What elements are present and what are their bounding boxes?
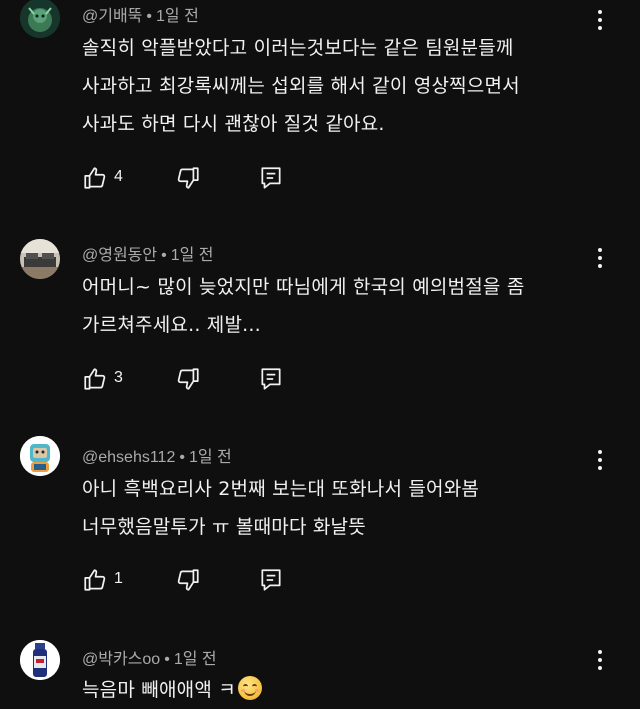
comment-text-line: 솔직히 악플받았다고 이러는것보다는 같은 팀원분들께 bbox=[82, 37, 514, 59]
comment-header: @기배뚝 • 1일 전 bbox=[82, 2, 199, 26]
like-count: 3 bbox=[114, 369, 123, 386]
more-vert-icon[interactable] bbox=[594, 10, 606, 32]
separator-dot: • bbox=[164, 651, 170, 668]
avatar[interactable] bbox=[20, 640, 60, 680]
comment-thread-3: @ehsehs112 • 1일 전 아니 흑백요리사 2번째 보는대 또화나서 들어… bbox=[0, 436, 640, 610]
author-name[interactable]: @영원동안 bbox=[82, 247, 157, 264]
comment-time[interactable]: 1일 전 bbox=[156, 8, 199, 25]
comment-text-content: 늑음마 빼애애액 ㅋ bbox=[82, 679, 236, 701]
comment-text: 아니 흑백요리사 2번째 보는대 또화나서 들어와봄 너무했음말투가 ㅠ 볼때마… bbox=[82, 470, 592, 546]
reply-comment-icon bbox=[261, 167, 281, 189]
avatar[interactable] bbox=[20, 436, 60, 476]
like-button[interactable]: 1 bbox=[82, 567, 142, 595]
comment-header: @박카스oo • 1일 전 bbox=[82, 645, 217, 669]
thumb-down-icon bbox=[177, 368, 199, 390]
avatar[interactable] bbox=[20, 239, 60, 279]
reply-comment-icon bbox=[261, 569, 281, 591]
comment-text: 어머니~ 많이 늦었지만 따님에게 한국의 예의범절을 좀 가르쳐주세요.. 제… bbox=[82, 268, 592, 344]
reply-comment-icon bbox=[261, 368, 281, 390]
author-name[interactable]: @ehsehs112 bbox=[82, 449, 175, 466]
avatar[interactable] bbox=[20, 0, 60, 38]
thumb-down-icon bbox=[177, 167, 199, 189]
comment-text-line: 사과도 하면 다시 괜찮아 질것 같아요. bbox=[82, 113, 385, 135]
comment-header: @ehsehs112 • 1일 전 bbox=[82, 443, 232, 467]
dislike-button[interactable] bbox=[175, 567, 203, 595]
like-button[interactable]: 3 bbox=[82, 366, 142, 394]
dislike-button[interactable] bbox=[175, 165, 203, 193]
more-vert-icon[interactable] bbox=[594, 650, 606, 672]
comment-text-line: 가르쳐주세요.. 제발... bbox=[82, 314, 261, 336]
comment-text-line: 사과하고 최강록씨께는 섭외를 해서 같이 영상찍으면서 bbox=[82, 75, 520, 97]
dislike-button[interactable] bbox=[175, 366, 203, 394]
comment-text-line: 너무했음말투가 ㅠ 볼때마다 화날뜻 bbox=[82, 516, 366, 538]
like-button[interactable]: 4 bbox=[82, 165, 142, 193]
comment-text-line: 어머니~ 많이 늦었지만 따님에게 한국의 예의범절을 좀 bbox=[82, 276, 525, 298]
comment-thread-2: @영원동안 • 1일 전 어머니~ 많이 늦었지만 따님에게 한국의 예의범절을 좀… bbox=[0, 238, 640, 418]
like-count: 4 bbox=[114, 168, 123, 185]
comment-thread-4: @박카스oo • 1일 전 늑음마 빼애애액 ㅋ bbox=[0, 640, 640, 701]
more-vert-icon[interactable] bbox=[594, 248, 606, 270]
separator-dot: • bbox=[161, 247, 167, 264]
separator-dot: • bbox=[146, 8, 153, 25]
thumb-up-icon bbox=[84, 167, 106, 189]
separator-dot: • bbox=[179, 449, 185, 466]
comment-header: @영원동안 • 1일 전 bbox=[82, 241, 214, 265]
reply-button[interactable] bbox=[258, 567, 286, 595]
reply-button[interactable] bbox=[258, 366, 286, 394]
thumb-up-icon bbox=[84, 368, 106, 390]
comment-text-line: 늑음마 빼애애액 ㅋ bbox=[82, 671, 592, 709]
author-name[interactable]: @기배뚝 bbox=[82, 8, 142, 25]
author-name[interactable]: @박카스oo bbox=[82, 651, 160, 668]
comment-time[interactable]: 1일 전 bbox=[189, 449, 232, 466]
comment-time[interactable]: 1일 전 bbox=[171, 247, 214, 264]
like-count: 1 bbox=[114, 570, 123, 587]
thumb-up-icon bbox=[84, 569, 106, 591]
comment-time[interactable]: 1일 전 bbox=[174, 651, 217, 668]
reply-button[interactable] bbox=[258, 165, 286, 193]
thumb-down-icon bbox=[177, 569, 199, 591]
more-vert-icon[interactable] bbox=[594, 450, 606, 472]
comment-thread-1: @기배뚝 • 1일 전 솔직히 악플받았다고 이러는것보다는 같은 팀원분들께 사과… bbox=[0, 0, 640, 220]
comment-text: 솔직히 악플받았다고 이러는것보다는 같은 팀원분들께 사과하고 최강록씨께는 … bbox=[82, 29, 592, 143]
comment-text-line: 아니 흑백요리사 2번째 보는대 또화나서 들어와봄 bbox=[82, 478, 480, 500]
smiling-face-emoji-icon bbox=[237, 676, 262, 700]
comment-text: 늑음마 빼애애액 ㅋ bbox=[82, 671, 592, 709]
